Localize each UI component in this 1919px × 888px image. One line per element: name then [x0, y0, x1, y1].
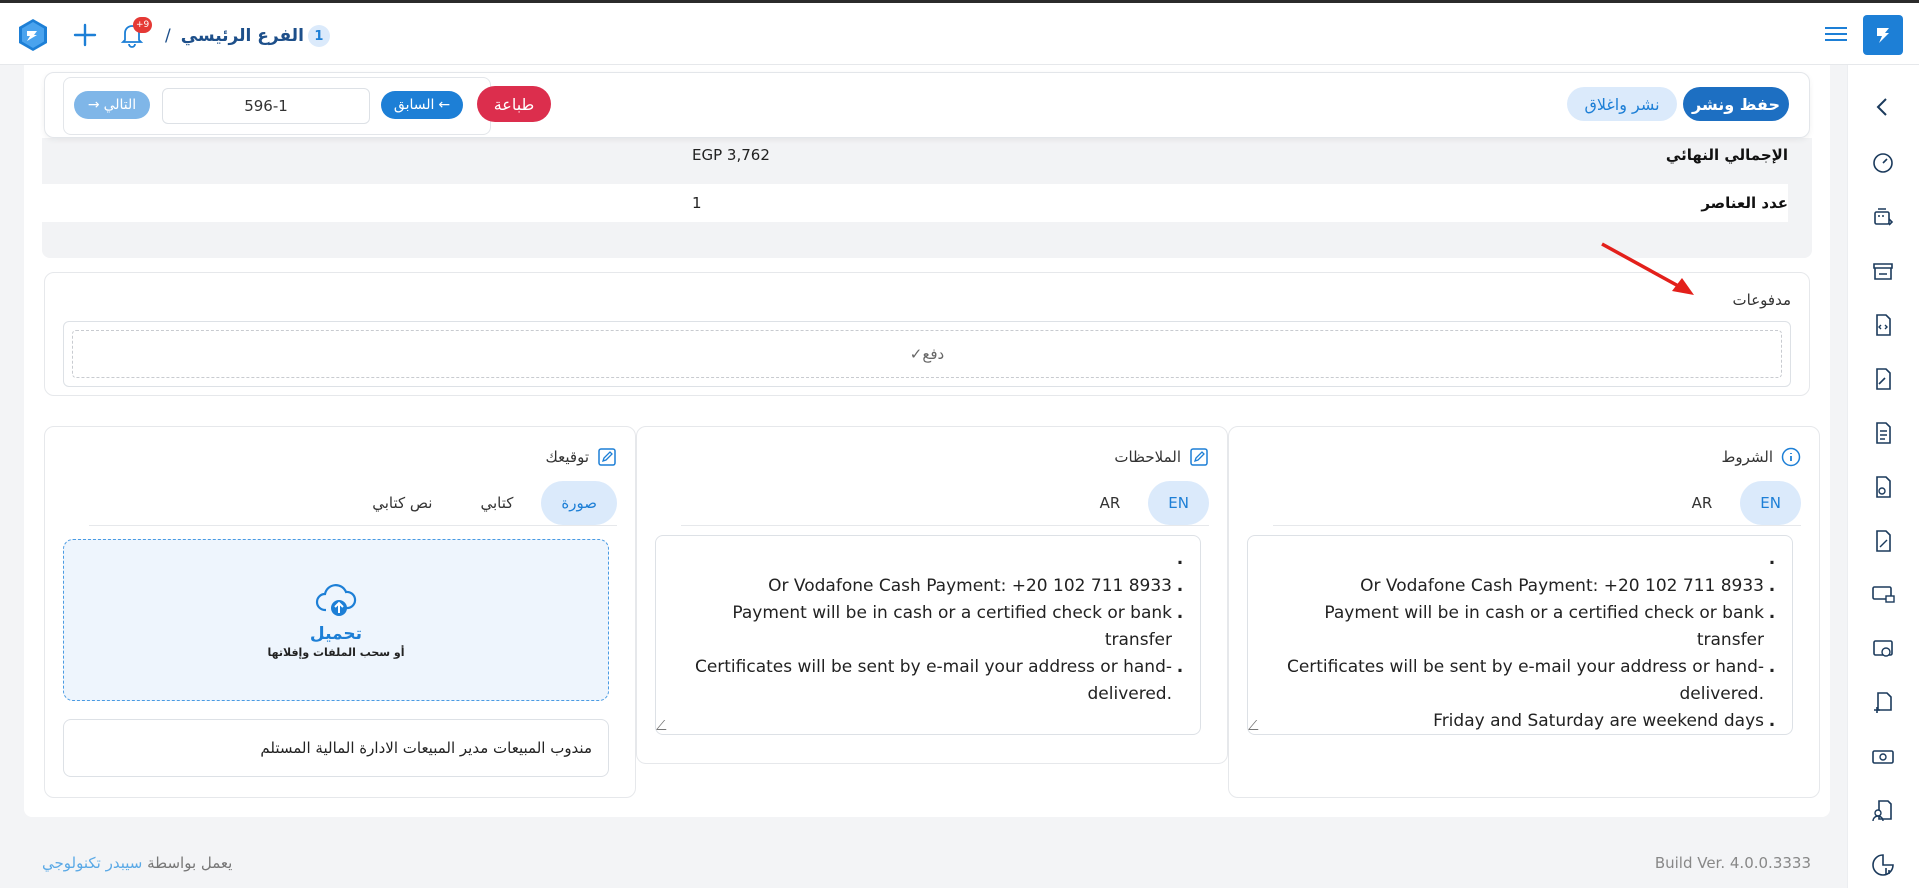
terms-title-text: الشروط — [1721, 448, 1773, 466]
app-logo-icon[interactable] — [1863, 15, 1903, 55]
terms-language-tabs: EN AR — [1672, 481, 1801, 525]
sales-register-icon[interactable] — [1869, 203, 1897, 231]
tab-signature-written[interactable]: كتابي — [460, 481, 533, 525]
items-count-row: عدد العناصر 1 — [42, 184, 1788, 222]
sidebar — [1847, 65, 1919, 888]
add-new-icon[interactable] — [68, 18, 102, 52]
notes-title: الملاحظات — [1114, 447, 1209, 467]
signature-upload-dropzone[interactable]: تحميل أو سحب الملفات وإفلاتها — [63, 539, 609, 701]
signature-names-field[interactable]: مندوب المبيعات مدير المبيعات الادارة الم… — [63, 719, 609, 777]
tabs-divider — [89, 525, 617, 526]
upload-label: تحميل — [309, 623, 363, 644]
powered-by-text: يعمل بواسطة — [147, 854, 233, 872]
pay-button[interactable]: دفع ✓ — [72, 330, 1782, 378]
menu-icon[interactable] — [1825, 23, 1847, 43]
signature-card: توقيعك صورة كتابي نص كتابي تحميل أو سحب … — [44, 426, 636, 798]
tab-terms-ar[interactable]: AR — [1672, 481, 1733, 525]
camera-plus-icon[interactable] — [1869, 635, 1897, 663]
list-item: . Friday and Saturday are weekend days — [1433, 711, 1776, 731]
cash-icon[interactable] — [1869, 743, 1897, 771]
items-count-value: 1 — [692, 194, 702, 212]
grand-total-value: EGP 3,762 — [692, 146, 770, 164]
notes-language-tabs: EN AR — [1080, 481, 1209, 525]
terms-card: الشروط EN AR . . Or Vodafone Cash Payment… — [1228, 426, 1820, 798]
terms-textarea[interactable]: . . Or Vodafone Cash Payment: +20 102 711… — [1247, 535, 1793, 735]
notes-title-text: الملاحظات — [1114, 448, 1181, 466]
signature-title: توقيعك — [546, 447, 618, 467]
document-tag-icon[interactable] — [1869, 365, 1897, 393]
brand-link[interactable]: سيبدر تكنولوجي — [42, 854, 142, 872]
signature-type-tabs: صورة كتابي نص كتابي — [352, 481, 617, 525]
speedometer-icon[interactable] — [1869, 149, 1897, 177]
list-item: . Payment will be in cash or a certified … — [1324, 603, 1776, 650]
payments-box: دفع ✓ — [63, 321, 1791, 387]
tab-signature-text[interactable]: نص كتابي — [352, 481, 452, 525]
report-chart-icon[interactable] — [1869, 851, 1897, 879]
tabs-divider — [1273, 525, 1801, 526]
signature-title-text: توقيعك — [545, 448, 590, 466]
cloud-upload-icon — [315, 583, 357, 616]
upload-hint: أو سحب الملفات وإفلاتها — [267, 645, 405, 659]
arrow-left-icon: ← — [438, 97, 451, 113]
check-icon: ✓ — [909, 345, 923, 363]
branch-name: الفرع الرئيسي — [180, 26, 304, 46]
tab-notes-ar[interactable]: AR — [1080, 481, 1141, 525]
previous-button-label: السابق — [393, 97, 435, 113]
pay-button-label: دفع — [922, 345, 945, 363]
notification-badge: +9 — [133, 17, 153, 33]
edit-icon — [1190, 448, 1208, 466]
arrow-right-icon: → — [87, 97, 100, 113]
print-button[interactable]: طباعة — [477, 86, 551, 122]
document-edit-icon[interactable] — [1869, 473, 1897, 501]
notes-textarea[interactable]: . . Or Vodafone Cash Payment: +20 102 711… — [655, 535, 1201, 735]
notes-card: الملاحظات EN AR . . Or Vodafone Cash Paym… — [636, 426, 1228, 764]
tab-terms-en[interactable]: EN — [1740, 481, 1801, 525]
store-icon[interactable] — [1869, 257, 1897, 285]
document-code-icon[interactable] — [1869, 311, 1897, 339]
document-number-input[interactable] — [162, 88, 370, 124]
tab-notes-en[interactable]: EN — [1148, 481, 1209, 525]
list-item: . Certificates will be sent by e-mail you… — [1286, 657, 1776, 704]
monitor-card-icon[interactable] — [1869, 581, 1897, 609]
list-item: . Or Vodafone Cash Payment: +20 102 711 8… — [768, 576, 1184, 596]
brand-logo-icon[interactable] — [16, 18, 50, 52]
user-document-icon[interactable] — [1869, 797, 1897, 825]
grand-total-label: الإجمالي النهائي — [1665, 146, 1788, 164]
terms-title: الشروط — [1721, 447, 1801, 467]
top-bar: +9 1 الفرع الرئيسي / — [0, 3, 1919, 65]
list-item: . — [1176, 549, 1184, 569]
save-publish-button[interactable]: حفظ ونشر — [1683, 87, 1789, 121]
next-button-label: التالي — [103, 97, 137, 113]
branch-selector[interactable]: 1 الفرع الرئيسي / — [165, 23, 330, 49]
list-item: . — [1768, 549, 1776, 569]
document-add-icon[interactable] — [1869, 689, 1897, 717]
publish-close-button[interactable]: نشر واغلاق — [1567, 87, 1677, 121]
payments-title: مدفوعات — [1732, 291, 1791, 309]
breadcrumb-separator: / — [165, 26, 171, 46]
document-toolbar: حفظ ونشر نشر واغلاق التالي → ← السابق طب… — [44, 72, 1810, 138]
tab-signature-image[interactable]: صورة — [541, 481, 617, 525]
resize-handle-icon[interactable] — [656, 720, 675, 730]
chevron-left-icon[interactable] — [1869, 93, 1897, 121]
grand-total-row: الإجمالي النهائي EGP 3,762 — [42, 136, 1788, 174]
edit-icon — [598, 448, 616, 466]
next-button[interactable]: التالي → — [74, 91, 150, 119]
document-lines-icon[interactable] — [1869, 419, 1897, 447]
list-item: . Certificates will be sent by e-mail you… — [694, 657, 1184, 704]
previous-button[interactable]: ← السابق — [381, 91, 463, 119]
list-item: . Payment will be in cash or a certified … — [732, 603, 1184, 650]
branch-number: 1 — [307, 25, 330, 47]
list-item: . Or Vodafone Cash Payment: +20 102 711 8… — [1360, 576, 1776, 596]
document-navigator: التالي → ← السابق — [63, 77, 491, 135]
resize-handle-icon[interactable] — [1248, 720, 1267, 730]
tabs-divider — [681, 525, 1209, 526]
info-icon — [1781, 447, 1801, 467]
document-discount-icon[interactable] — [1869, 527, 1897, 555]
powered-by: يعمل بواسطة سيبدر تكنولوجي — [42, 854, 232, 872]
items-count-label: عدد العناصر — [1701, 194, 1788, 212]
payments-card: مدفوعات دفع ✓ — [44, 272, 1810, 396]
build-version: Build Ver. 4.0.0.3333 — [1654, 854, 1811, 872]
